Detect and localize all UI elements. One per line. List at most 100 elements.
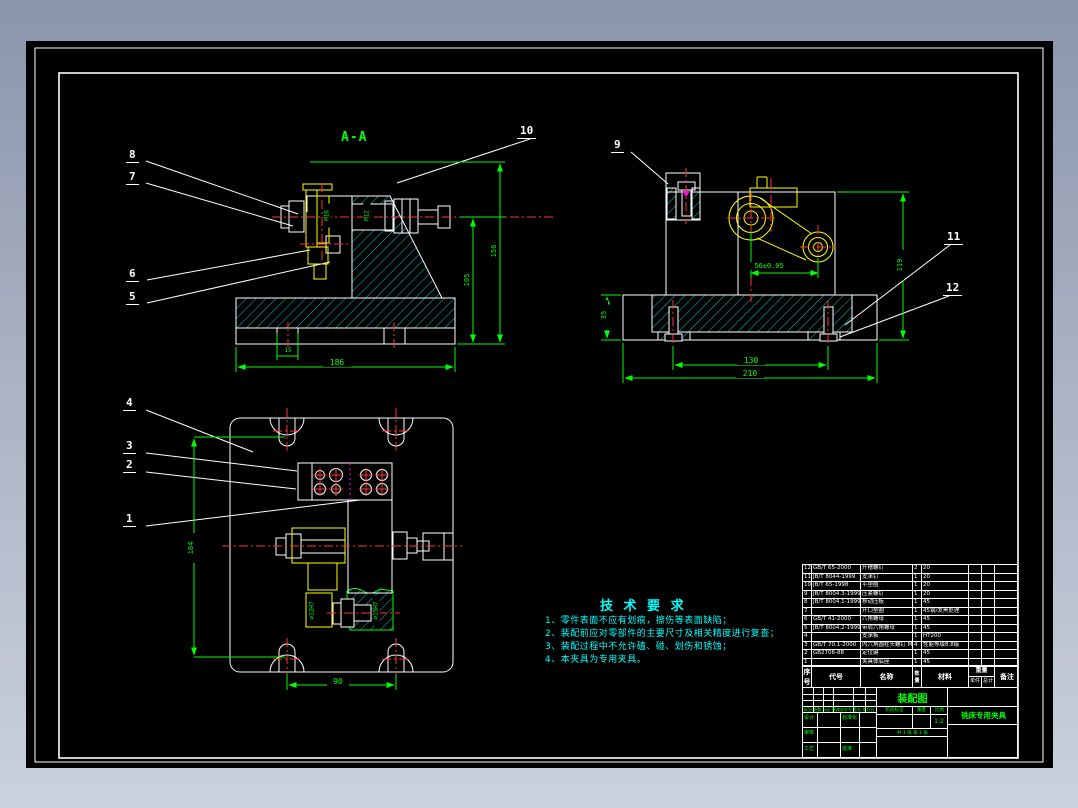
bom-cell-qty: 1 (913, 573, 922, 582)
sign-process-label: 工艺 (804, 746, 815, 752)
title-block-left-pane: 标记 处数 分区 更改文件号 签名 年月日 设计 标准化 审核 工艺 批准 (803, 688, 877, 758)
bom-cell-qty: 1 (913, 633, 922, 642)
bom-cell-unit (969, 582, 982, 591)
bom-cell-qty: 1 (913, 650, 922, 659)
bom-cell-qty: 1 (913, 599, 922, 608)
bom-cell-total (982, 590, 995, 599)
bom-cell-remark (995, 608, 1019, 616)
bom-cell-code: GB/T 65-2000 (812, 565, 861, 574)
bom-cell-code: JB/T 65-1998 (812, 582, 861, 591)
bom-cell-total (982, 582, 995, 591)
bom-cell-name: 支承钉 (861, 573, 913, 582)
bom-cell-qty: 1 (913, 582, 922, 591)
sign-standard-label: 标准化 (842, 715, 858, 721)
bom-cell-name: 开口垫圈 (861, 607, 913, 616)
bom-cell-unit (969, 573, 982, 582)
bom-cell-qty: 4 (913, 641, 922, 650)
bom-cell-code: JB/T 8004.3-1999 (812, 590, 861, 599)
bom-header-total: 总计 (982, 678, 993, 684)
bom-header-weight-block: 重量 单件 总计 (969, 666, 995, 687)
stage-label: 阶段标记 (885, 708, 904, 713)
bom-header-name: 名称 (861, 666, 913, 687)
bom-cell-name: 带肩六角螺母 (861, 624, 913, 633)
bom-cell-total (982, 641, 995, 650)
section-label: A-A (341, 130, 368, 145)
weight-label: 重量 (912, 706, 930, 714)
bom-cell-code (812, 633, 861, 642)
sheet-info: 共 1 张 第 1 张 (897, 730, 928, 736)
bom-cell-mat: 45 (922, 624, 969, 633)
dim-base-width: 186 (323, 358, 351, 367)
fit-callout-plan-right: ⌀15H7 (372, 595, 380, 626)
tech-requirements-title: 技 术 要 求 (600, 599, 687, 614)
bom-header-weight: 重量 (969, 666, 994, 677)
tech-requirement-1: 1、零件表面不应有划痕，擦伤等表面缺陷； (545, 616, 732, 626)
bom-cell-no: 11 (803, 573, 812, 582)
bom-cell-mat: 45钢/发黑处理 (922, 607, 969, 616)
balloon-6: 6 (126, 267, 139, 282)
fixture-name: 铣床专用夹具 (961, 710, 1006, 720)
bom-cell-code: GB/T 41-2000 (812, 616, 861, 625)
bom-cell-total (982, 624, 995, 633)
bom-cell-no: 2 (803, 650, 812, 659)
balloon-1: 1 (123, 512, 136, 527)
dim-bolt-span: 130 (737, 356, 765, 365)
cad-viewer-page: { "canvas": {"bg_top": "#8a95ac", "bg_bo… (0, 0, 1078, 808)
bom-cell-mat: 性能等级8.8级 (922, 641, 969, 650)
balloon-2: 2 (123, 458, 136, 473)
bom-cell-code: JB/T 8004.1-1999 (812, 599, 861, 608)
bom-cell-unit (969, 624, 982, 633)
sign-approve-label: 批准 (842, 746, 853, 752)
bom-cell-no: 9 (803, 590, 812, 599)
bom-cell-total (982, 607, 995, 616)
bom-cell-remark (995, 642, 1019, 650)
bom-cell-total (982, 616, 995, 625)
title-block-right-pane: 铣床专用夹具 (948, 688, 1019, 758)
balloon-3: 3 (123, 439, 136, 454)
title-block-middle-pane: 装配图 阶段标记 重量 比例 1:2 共 1 张 第 1 张 (877, 688, 948, 758)
bom-cell-qty: 1 (913, 607, 922, 616)
dim-slot: 15 (279, 347, 297, 354)
bom-header-unit: 单件 (969, 677, 982, 687)
dim-inner-height: 105 (463, 265, 471, 295)
bom-cell-total (982, 633, 995, 642)
bom-cell-code: GB/T 70.1-2000 (812, 641, 861, 650)
bom-cell-mat: 45 (922, 650, 969, 659)
bom-cell-name: 内六角圆柱头螺钉 M10×25 (861, 641, 913, 650)
bom-header-no: 序号 (803, 666, 812, 687)
bom-cell-no: 10 (803, 582, 812, 591)
bom-cell-mat: 20 (922, 573, 969, 582)
bom-cell-mat: 45 (922, 599, 969, 608)
bom-rows: 12 GB/T 65-2000 开槽螺钉 2 20 11 JB/T 8044-1999 支承钉… (802, 564, 1019, 667)
bom-header-code: 代号 (812, 666, 861, 687)
bom-header-material: 材料 (922, 666, 969, 687)
bom-cell-remark (995, 591, 1019, 599)
bom-cell-total (982, 599, 995, 608)
bom-cell-qty: 1 (913, 624, 922, 633)
balloon-9: 9 (611, 138, 624, 153)
bom-cell-remark (995, 565, 1019, 574)
drawing-name: 装配图 (897, 693, 928, 705)
balloon-8: 8 (126, 148, 139, 163)
bom-cell-unit (969, 565, 982, 574)
balloon-5: 5 (126, 290, 139, 305)
bom-cell-name: 移动压板 (861, 599, 913, 608)
bom-cell-remark (995, 650, 1019, 659)
bom-cell-remark (995, 633, 1019, 642)
bom-cell-no: 3 (803, 641, 812, 650)
bom-cell-no: 12 (803, 565, 812, 574)
bom-cell-unit (969, 599, 982, 608)
balloon-7: 7 (126, 170, 139, 185)
bom-cell-unit (969, 650, 982, 659)
dim-side-height: 119 (896, 250, 904, 280)
dim-base-height: 35 (600, 300, 608, 330)
bom-cell-mat: 20 (922, 582, 969, 591)
fit-callout-plan-left: ⌀12H7 (308, 595, 316, 626)
bom-header-qty: 数量 (913, 666, 922, 687)
bom-cell-no: 6 (803, 616, 812, 625)
bom-header: 序号 代号 名称 数量 材料 重量 单件 总计 备注 (802, 666, 1018, 688)
bom-cell-total (982, 573, 995, 582)
dim-base-total-width: 210 (736, 369, 764, 378)
bom-cell-name: 定位键 (861, 650, 913, 659)
tech-requirement-4: 4、本夹具为专用夹具。 (545, 655, 647, 665)
